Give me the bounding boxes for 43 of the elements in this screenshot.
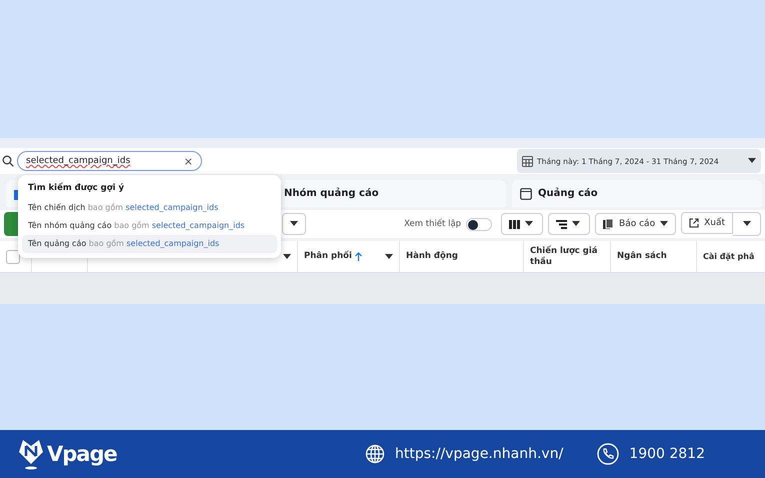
view-setup-label: Xem thiết lập <box>404 219 462 229</box>
report-button[interactable]: Báo cáo <box>595 213 676 235</box>
caret-icon <box>525 221 534 227</box>
tab[interactable]: Quảng cáo <box>512 180 762 207</box>
columns-button[interactable] <box>501 213 544 235</box>
report-icon <box>603 218 614 230</box>
breakdown-icon <box>556 220 568 228</box>
column-header[interactable]: Phân phối <box>304 251 352 262</box>
export-button[interactable]: Xuất <box>681 212 733 234</box>
search-icon <box>2 155 14 167</box>
website-link[interactable]: https://vpage.nhanh.vn/ <box>395 446 564 462</box>
logo-icon <box>18 438 44 470</box>
phone-icon <box>597 443 620 465</box>
calendar-icon <box>522 156 533 166</box>
column-header[interactable]: Ngân sách <box>617 251 667 262</box>
caret-icon <box>290 221 298 227</box>
search-value: selected_campaign_ids <box>26 156 130 166</box>
suggestion-item[interactable]: Tên nhóm quảng cáo bao gồm selected_campaign_ids <box>22 216 277 235</box>
phone-number: 1900 2812 <box>629 446 705 462</box>
caret-icon <box>748 158 756 164</box>
ad-icon <box>520 188 532 200</box>
caret-icon <box>385 254 393 260</box>
export-icon <box>689 218 700 228</box>
column-header[interactable]: Hành động <box>406 251 458 262</box>
suggestion-item[interactable]: Tên chiến dịch bao gồm selected_campaign_ids <box>22 198 277 216</box>
column-header[interactable]: Chiến lược giá thầu <box>530 246 604 267</box>
caret-icon <box>660 221 668 227</box>
suggestions-title: Tìm kiếm được gợi ý <box>27 182 125 195</box>
globe-icon <box>365 444 385 464</box>
suggestion-item[interactable]: Tên quảng cáo bao gồm selected_campaign_ids <box>22 234 277 253</box>
brand-name: Vpage <box>47 442 117 466</box>
select-all-checkbox[interactable] <box>6 250 20 264</box>
view-setup-toggle[interactable] <box>466 218 492 230</box>
caret-icon <box>283 254 291 260</box>
breakdown-button[interactable] <box>548 213 590 235</box>
search-field[interactable]: selected_campaign_ids × <box>17 151 202 171</box>
columns-icon <box>509 220 520 228</box>
caret-icon <box>742 221 750 227</box>
caret-icon <box>572 221 580 227</box>
clear-button[interactable]: × <box>184 154 193 168</box>
column-header[interactable]: Cài đặt phâ <box>703 252 754 262</box>
export-dropdown[interactable] <box>733 212 761 236</box>
dropdown-button[interactable] <box>282 213 306 235</box>
